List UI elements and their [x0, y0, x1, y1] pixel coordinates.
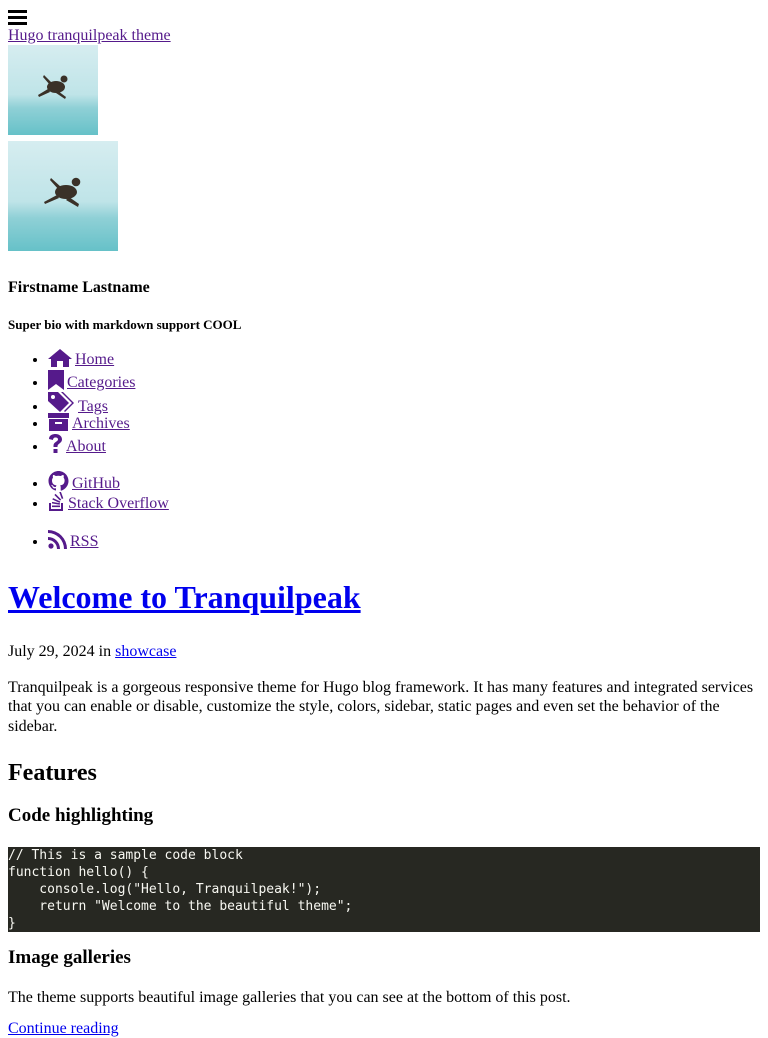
nav-label-github: GitHub — [72, 475, 120, 493]
post-category-link[interactable]: showcase — [115, 643, 176, 660]
nav-label-archives: Archives — [72, 414, 130, 432]
nav-link-about[interactable]: About — [48, 433, 106, 455]
author-bio: Super bio with markdown support COOL — [8, 317, 242, 333]
feed-nav: RSS — [8, 529, 760, 551]
nav-item-archives: Archives — [48, 412, 760, 434]
main-nav: Home Categories Tags Archives — [8, 349, 760, 455]
hamburger-menu-icon — [8, 10, 27, 25]
code-block: // This is a sample code block function … — [8, 846, 760, 932]
nav-label-categories: Categories — [67, 374, 136, 392]
continue-reading-link[interactable]: Continue reading — [8, 1019, 760, 1038]
rss-icon — [48, 529, 67, 549]
stack-overflow-icon — [49, 492, 64, 512]
post-intro: Tranquilpeak is a gorgeous responsive th… — [8, 678, 754, 735]
code-highlighting-heading: Code highlighting — [8, 804, 154, 826]
nav-label-rss: RSS — [70, 532, 99, 550]
features-heading: Features — [8, 760, 97, 787]
post-meta-in: in — [98, 643, 112, 661]
tags-icon — [48, 391, 74, 412]
nav-item-rss: RSS — [48, 529, 760, 551]
nav-item-stackoverflow: Stack Overflow — [48, 492, 760, 513]
bookmark-icon — [48, 370, 64, 391]
nav-label-stackoverflow: Stack Overflow — [68, 495, 169, 513]
nav-link-home[interactable]: Home — [48, 349, 115, 369]
gallery-text: The theme supports beautiful image galle… — [8, 988, 571, 1006]
nav-link-rss[interactable]: RSS — [48, 529, 99, 550]
nav-item-about: About — [48, 433, 760, 455]
post-date: July 29, 2024 — [8, 643, 95, 661]
social-nav: GitHub Stack Overflow — [8, 471, 760, 513]
nav-link-stackoverflow[interactable]: Stack Overflow — [48, 492, 169, 513]
home-icon — [48, 349, 72, 368]
nav-item-github: GitHub — [48, 471, 760, 492]
nav-label-about: About — [66, 437, 106, 455]
blog-title-link[interactable]: Hugo tranquilpeak theme — [8, 26, 760, 45]
post-title-link[interactable]: Welcome to Tranquilpeak — [8, 579, 361, 615]
nav-link-archives[interactable]: Archives — [48, 412, 130, 432]
nav-link-categories[interactable]: Categories — [48, 370, 136, 392]
author-name: Firstname Lastname — [8, 279, 150, 297]
post-title: Welcome to Tranquilpeak — [8, 579, 760, 616]
avatar-large[interactable] — [8, 141, 118, 252]
archive-icon — [48, 412, 69, 431]
nav-link-github[interactable]: GitHub — [48, 471, 120, 493]
question-icon — [49, 433, 62, 453]
github-icon — [48, 471, 69, 491]
nav-item-tags: Tags — [48, 391, 760, 415]
image-galleries-heading: Image galleries — [8, 946, 131, 968]
nav-item-categories: Categories — [48, 370, 760, 391]
nav-item-home: Home — [48, 349, 760, 370]
post-meta: July 29, 2024 in showcase — [8, 642, 760, 661]
avatar-small[interactable] — [8, 45, 98, 136]
nav-label-home: Home — [75, 351, 115, 369]
menu-button[interactable] — [8, 8, 28, 26]
